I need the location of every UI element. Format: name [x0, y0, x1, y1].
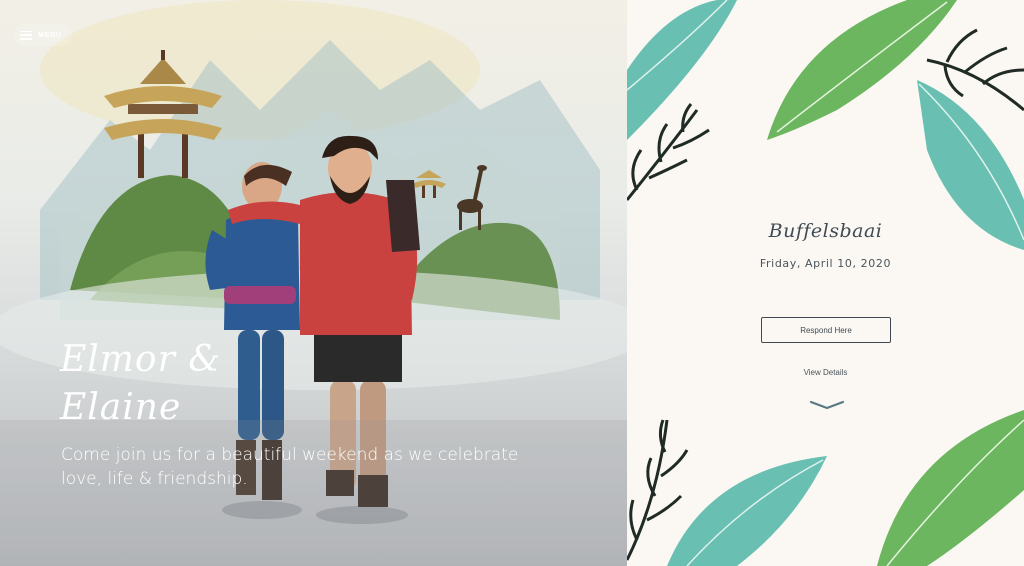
hero-panel: MENU Elmor & Elaine Come join us for a b…: [0, 0, 627, 566]
respond-button[interactable]: Respond Here: [761, 317, 891, 343]
chevron-down-icon[interactable]: [809, 399, 845, 411]
menu-button[interactable]: MENU: [14, 24, 72, 46]
title-line-2: Elaine: [60, 387, 182, 428]
venue-name: Buffelsbaai: [768, 220, 883, 242]
title-line-1: Elmor &: [60, 339, 222, 380]
menu-label: MENU: [38, 31, 62, 39]
event-panel: Buffelsbaai Friday, April 10, 2020 Respo…: [627, 0, 1024, 566]
event-date: Friday, April 10, 2020: [759, 257, 892, 270]
tropical-leaves-decoration: [627, 0, 1024, 566]
view-details-link[interactable]: View Details: [627, 368, 1024, 377]
hero-subtitle: Come join us for a beautiful weekend as …: [61, 445, 519, 489]
couple-names-title: Elmor & Elaine: [60, 336, 320, 432]
hamburger-menu-icon: [20, 30, 32, 40]
